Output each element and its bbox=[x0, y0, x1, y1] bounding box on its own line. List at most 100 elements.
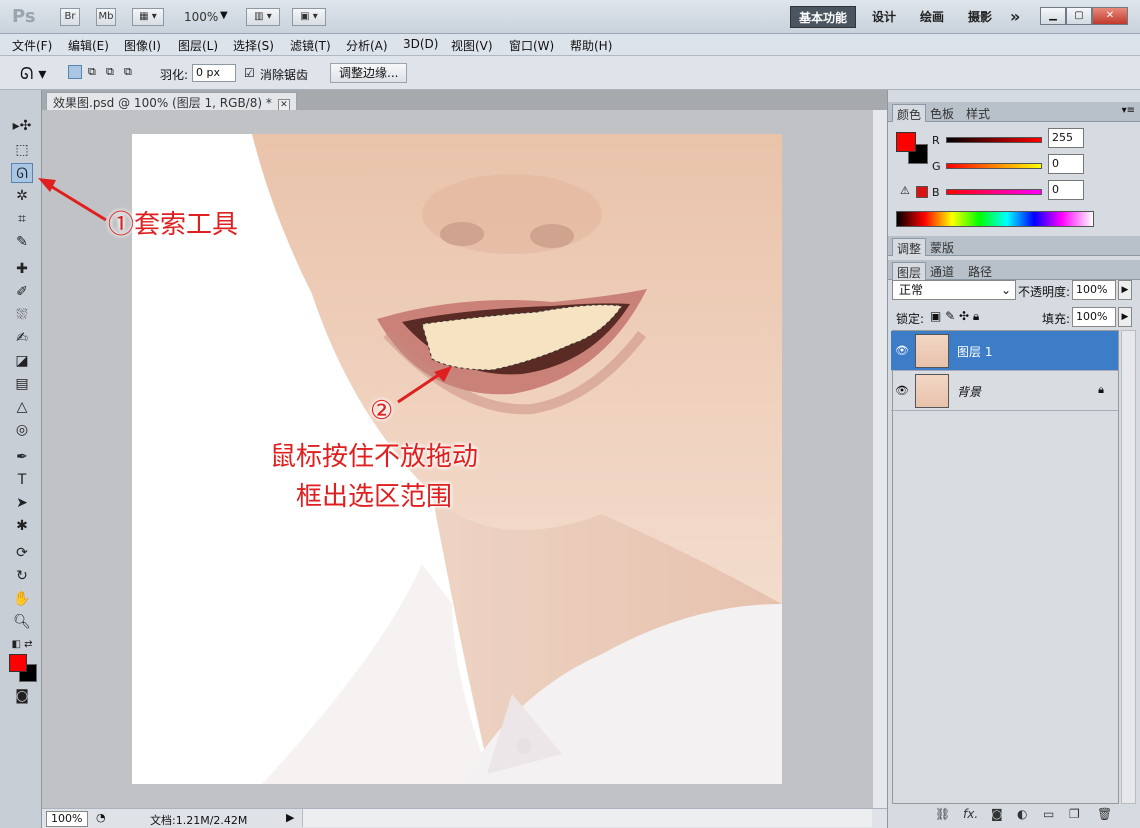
menu-layer[interactable]: 图层(L) bbox=[178, 37, 218, 54]
brush-tool-icon[interactable]: ✐ bbox=[11, 282, 33, 302]
tab-masks[interactable]: 蒙版 bbox=[926, 238, 958, 256]
lasso-preset-icon[interactable]: ᘏ ▾ bbox=[20, 64, 46, 84]
intersect-selection-icon[interactable]: ⧉ bbox=[124, 65, 132, 79]
layer-style-icon[interactable]: fx. bbox=[963, 807, 978, 821]
workspace-essentials[interactable]: 基本功能 bbox=[790, 6, 857, 28]
panel-fg-swatch[interactable] bbox=[896, 132, 916, 152]
tab-styles[interactable]: 样式 bbox=[962, 104, 994, 122]
menu-filter[interactable]: 滤镜(T) bbox=[290, 37, 331, 54]
mini-bridge-button[interactable]: Mb bbox=[96, 8, 116, 26]
menu-analysis[interactable]: 分析(A) bbox=[346, 37, 388, 54]
shape-tool-icon[interactable]: ✱ bbox=[11, 516, 33, 536]
close-window-button[interactable]: ✕ bbox=[1092, 7, 1128, 25]
gradient-tool-icon[interactable]: ▤ bbox=[11, 374, 33, 394]
lasso-tool-icon[interactable]: ᘏ bbox=[11, 163, 33, 183]
blur-tool-icon[interactable]: △ bbox=[11, 397, 33, 417]
menu-window[interactable]: 窗口(W) bbox=[509, 37, 554, 54]
layer-row[interactable]: 👁︎ 图层 1 bbox=[891, 331, 1118, 371]
fill-input[interactable]: 100% bbox=[1072, 307, 1116, 327]
crop-tool-icon[interactable]: ⌗ bbox=[11, 209, 33, 229]
menu-select[interactable]: 选择(S) bbox=[233, 37, 274, 54]
status-info-icon[interactable]: ◔ bbox=[96, 811, 106, 824]
blend-mode-select[interactable]: 正常 ⌄ bbox=[892, 280, 1016, 300]
eraser-tool-icon[interactable]: ◪ bbox=[11, 351, 33, 371]
menu-view[interactable]: 视图(V) bbox=[451, 37, 493, 54]
gamut-warning-icon[interactable]: ⚠ bbox=[900, 184, 910, 197]
document-tab[interactable]: 效果图.psd @ 100% (图层 1, RGB/8) * ✕ bbox=[46, 92, 297, 111]
new-layer-icon[interactable]: ❐ bbox=[1069, 807, 1080, 821]
menu-file[interactable]: 文件(F) bbox=[12, 37, 52, 54]
g-value-input[interactable]: 0 bbox=[1048, 154, 1084, 174]
3d-orbit-tool-icon[interactable]: ↻ bbox=[11, 566, 33, 586]
menu-edit[interactable]: 编辑(E) bbox=[68, 37, 109, 54]
history-brush-tool-icon[interactable]: ✍ bbox=[11, 328, 33, 348]
bridge-button[interactable]: Br bbox=[60, 8, 80, 26]
tab-paths[interactable]: 路径 bbox=[964, 262, 996, 280]
feather-input[interactable]: 0 px bbox=[192, 64, 236, 82]
add-mask-icon[interactable]: ◙ bbox=[991, 807, 1003, 821]
screen-mode-button[interactable]: ▣ ▾ bbox=[292, 8, 326, 26]
vertical-scrollbar[interactable] bbox=[872, 110, 887, 808]
view-extras-button[interactable]: ▦ ▾ bbox=[132, 8, 164, 26]
dodge-tool-icon[interactable]: ◎ bbox=[11, 420, 33, 440]
menu-3d[interactable]: 3D(D) bbox=[403, 37, 438, 51]
panel-menu-icon[interactable]: ▾≡ bbox=[1122, 105, 1135, 116]
link-layers-icon[interactable]: ⛓ bbox=[935, 807, 950, 821]
workspace-design[interactable]: 设计 bbox=[864, 6, 904, 28]
status-menu-arrow-icon[interactable]: ▶ bbox=[286, 811, 294, 824]
opacity-input[interactable]: 100% bbox=[1072, 280, 1116, 300]
quick-mask-icon[interactable]: ◙ bbox=[11, 686, 33, 706]
tab-swatches[interactable]: 色板 bbox=[926, 104, 958, 122]
eyedropper-tool-icon[interactable]: ✎ bbox=[11, 232, 33, 252]
eye-icon[interactable]: 👁︎ bbox=[895, 344, 909, 357]
tab-color[interactable]: 颜色 bbox=[892, 104, 927, 122]
horizontal-scrollbar[interactable] bbox=[302, 809, 872, 827]
swap-colors-icon[interactable]: ◧ ⇄ bbox=[11, 635, 33, 655]
tab-channels[interactable]: 通道 bbox=[926, 262, 958, 280]
zoom-level[interactable]: 100% bbox=[184, 10, 218, 24]
path-selection-tool-icon[interactable]: ➤ bbox=[11, 493, 33, 513]
layer-row[interactable]: 👁︎ 背景 🔒︎ bbox=[891, 371, 1118, 411]
zoom-tool-icon[interactable]: 🔍︎ bbox=[11, 612, 33, 632]
maximize-button[interactable]: ▢ bbox=[1066, 7, 1092, 25]
b-slider[interactable] bbox=[946, 189, 1042, 195]
b-value-input[interactable]: 0 bbox=[1048, 180, 1084, 200]
subtract-selection-icon[interactable]: ⧉ bbox=[106, 65, 114, 79]
foreground-color-swatch[interactable] bbox=[9, 654, 27, 672]
lock-icons[interactable]: ▣ ✎ ✣ 🔒︎ bbox=[930, 309, 979, 324]
new-group-icon[interactable]: ▭ bbox=[1043, 807, 1054, 821]
color-spectrum-bar[interactable] bbox=[896, 211, 1094, 227]
tab-layers[interactable]: 图层 bbox=[892, 262, 927, 280]
adjustment-layer-icon[interactable]: ◐ bbox=[1017, 807, 1027, 821]
arrange-documents-button[interactable]: ▥ ▾ bbox=[246, 8, 280, 26]
zoom-input[interactable]: 100% bbox=[46, 811, 88, 827]
tab-adjustments[interactable]: 调整 bbox=[892, 238, 927, 256]
workspace-painting[interactable]: 绘画 bbox=[912, 6, 952, 28]
menu-help[interactable]: 帮助(H) bbox=[570, 37, 612, 54]
move-tool-icon[interactable]: ▸✣ bbox=[11, 116, 33, 136]
g-slider[interactable] bbox=[946, 163, 1042, 169]
r-slider[interactable] bbox=[946, 137, 1042, 143]
type-tool-icon[interactable]: T bbox=[11, 470, 33, 490]
refine-edge-button[interactable]: 调整边缘... bbox=[330, 63, 408, 83]
menu-image[interactable]: 图像(I) bbox=[124, 37, 161, 54]
zoom-dropdown-icon[interactable]: ▼ bbox=[220, 10, 228, 21]
antialias-checkbox[interactable]: ☑ bbox=[244, 66, 255, 80]
more-workspaces-button[interactable]: » bbox=[1002, 6, 1028, 28]
workspace-photography[interactable]: 摄影 bbox=[960, 6, 1000, 28]
delete-layer-icon[interactable]: 🗑︎ bbox=[1097, 807, 1112, 821]
minimize-button[interactable]: ▁ bbox=[1040, 7, 1066, 25]
clone-stamp-tool-icon[interactable]: ⛆ bbox=[11, 305, 33, 325]
r-value-input[interactable]: 255 bbox=[1048, 128, 1084, 148]
layers-scrollbar[interactable] bbox=[1121, 330, 1136, 804]
fill-arrow-icon[interactable]: ▶ bbox=[1118, 307, 1132, 327]
eye-icon[interactable]: 👁︎ bbox=[895, 384, 909, 397]
gamut-color-swatch[interactable] bbox=[916, 186, 928, 198]
3d-rotate-tool-icon[interactable]: ⟳ bbox=[11, 543, 33, 563]
new-selection-icon[interactable] bbox=[68, 65, 82, 79]
healing-brush-tool-icon[interactable]: ✚ bbox=[11, 259, 33, 279]
add-selection-icon[interactable]: ⧉ bbox=[88, 65, 96, 79]
pen-tool-icon[interactable]: ✒ bbox=[11, 447, 33, 467]
quick-selection-tool-icon[interactable]: ✲ bbox=[11, 186, 33, 206]
hand-tool-icon[interactable]: ✋ bbox=[11, 589, 33, 609]
